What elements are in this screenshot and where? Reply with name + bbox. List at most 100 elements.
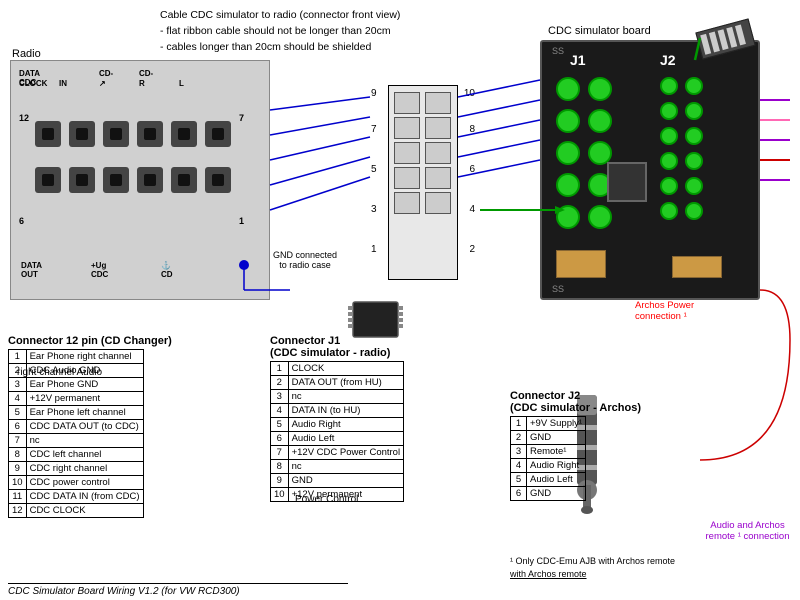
j2-pin (685, 102, 703, 120)
board-connector-right (672, 256, 722, 278)
j2-pin (660, 152, 678, 170)
table-row: 1+9V Supply¹ (511, 417, 586, 431)
j1-pins (556, 77, 616, 233)
j2-pin (660, 77, 678, 95)
pin-cell (171, 121, 197, 147)
label-cd-icon: ⚓CD (161, 261, 231, 279)
pin-cell (137, 167, 163, 193)
conn-j1-subtitle: (CDC simulator - radio) (270, 347, 480, 359)
only-cdc-note: ¹ Only CDC-Emu AJB with Archos remote wi… (510, 555, 710, 580)
j2-pin (660, 177, 678, 195)
table-row: 9CDC right channel (9, 462, 144, 476)
radio-label: Radio (12, 48, 41, 60)
only-cdc-underline: with Archos remote (510, 568, 710, 581)
table-row: 5Ear Phone left channel (9, 406, 144, 420)
conn-12pin-data: 1Ear Phone right channel2CDC Audio GND3E… (8, 349, 144, 518)
table-row: 11CDC DATA IN (from CDC) (9, 490, 144, 504)
label-data-out: DATAOUT (21, 261, 91, 279)
j2-pin (685, 152, 703, 170)
label-plus-ug: +UgCDC (91, 261, 161, 279)
pin-cell (69, 121, 95, 147)
table-row: 1CLOCK (271, 362, 404, 376)
table-row: 6Audio Left (271, 432, 404, 446)
board-connector-left (556, 250, 606, 278)
j1-pin (556, 77, 580, 101)
table-row: 9GND (271, 474, 404, 488)
j1-pin (588, 109, 612, 133)
j2-pin (685, 77, 703, 95)
pin-cell (35, 167, 61, 193)
table-row: 3Ear Phone GND (9, 378, 144, 392)
bottom-title: CDC Simulator Board Wiring V1.2 (for VW … (8, 583, 348, 597)
gnd-line1: GND connected (265, 250, 345, 260)
conn-12pin-title: Connector 12 pin (CD Changer) (8, 335, 258, 347)
table-row: 7+12V CDC Power Control (271, 446, 404, 460)
j1-pin (556, 173, 580, 197)
label-l: L (179, 79, 219, 88)
table-row: 1Ear Phone right channel (9, 350, 144, 364)
pin-cell (103, 167, 129, 193)
table-row: 6CDC DATA OUT (to CDC) (9, 420, 144, 434)
label-icon1: ↗ (99, 79, 139, 88)
j2-pin (685, 202, 703, 220)
conn-j2-title: Connector J2 (510, 390, 710, 402)
j1-pin (556, 205, 580, 229)
label-in: IN (59, 79, 99, 88)
archos-audio-label: Audio and Archos remote ¹ connection (700, 520, 795, 542)
table-row: 5Audio Left (511, 473, 586, 487)
j2-pins (660, 77, 707, 224)
j2-pin (660, 127, 678, 145)
gnd-line2: to radio case (265, 260, 345, 270)
annotation-line1: Cable CDC simulator to radio (connector … (160, 8, 400, 24)
ss-bottom-label: SS (552, 284, 564, 294)
table-row: 8CDC left channel (9, 448, 144, 462)
table-row: 4+12V permanent (9, 392, 144, 406)
top-annotation: Cable CDC simulator to radio (connector … (160, 8, 400, 55)
j1-pin (588, 205, 612, 229)
pin-cell (205, 121, 231, 147)
j1-label: J1 (570, 52, 586, 68)
conn-j2-data: 1+9V Supply¹2GND3Remote¹4Audio Right5Aud… (510, 416, 586, 501)
label-clock: CLOCK (19, 79, 59, 88)
j2-pin (685, 177, 703, 195)
cdc-board-label: CDC simulator board (548, 25, 651, 37)
pin-cell (205, 167, 231, 193)
table-row: 4DATA IN (to HU) (271, 404, 404, 418)
table-row: 10+12V permanent (271, 488, 404, 502)
j2-label: J2 (660, 52, 676, 68)
board-ic (607, 162, 647, 202)
j2-pin (660, 202, 678, 220)
radio-box: DATA CDC CD- CD- CLOCK IN ↗ R L 12 7 6 1 (10, 60, 270, 300)
table-row: 3nc (271, 390, 404, 404)
table-row: 12CDC CLOCK (9, 504, 144, 518)
pin-cell (137, 121, 163, 147)
conn-j2-subtitle: (CDC simulator - Archos) (510, 402, 710, 414)
label-r: R (139, 79, 179, 88)
table-row: 8nc (271, 460, 404, 474)
table-row: 10CDC power control (9, 476, 144, 490)
only-cdc-text: ¹ Only CDC-Emu AJB with Archos remote (510, 555, 710, 568)
table-row: 3Remote¹ (511, 445, 586, 459)
j1-pin (556, 141, 580, 165)
pin-cell (103, 121, 129, 147)
pin-cell (171, 167, 197, 193)
annotation-line2: - flat ribbon cable should not be longer… (160, 24, 400, 40)
ss-top-label: SS (552, 46, 564, 56)
table-row: 4Audio Right (511, 459, 586, 473)
j2-pin (660, 102, 678, 120)
j1-pin (588, 77, 612, 101)
table-row: 2CDC Audio GND (9, 364, 144, 378)
conn-j1-title: Connector J1 (270, 335, 480, 347)
table-row: 2DATA OUT (from HU) (271, 376, 404, 390)
j2-pin (685, 127, 703, 145)
main-container: Cable CDC simulator to radio (connector … (0, 0, 800, 600)
connector-j2-table: Connector J2 (CDC simulator - Archos) 1+… (510, 390, 710, 501)
table-row: 6GND (511, 487, 586, 501)
gnd-text: GND connected to radio case (265, 250, 345, 270)
cdc-board: SS SS J1 J2 (540, 40, 760, 300)
annotation-line3: - cables longer than 20cm should be shie… (160, 40, 400, 56)
pin-cell (69, 167, 95, 193)
table-row: 7nc (9, 434, 144, 448)
pin-cell (35, 121, 61, 147)
j1-pin (556, 109, 580, 133)
